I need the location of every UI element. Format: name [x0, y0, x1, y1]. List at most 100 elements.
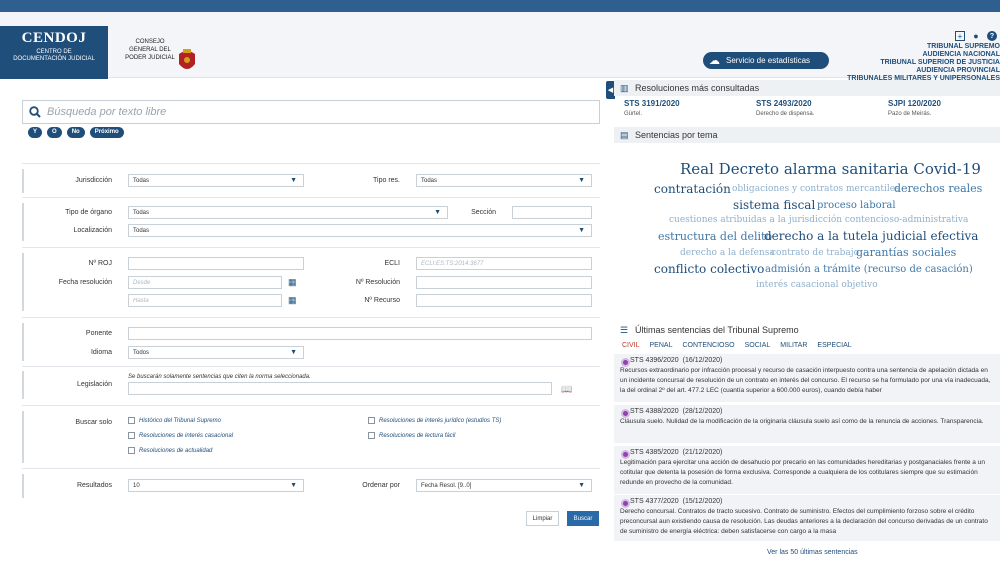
checkbox[interactable]	[368, 417, 375, 424]
hasta-input[interactable]: Hasta	[128, 294, 282, 307]
cloud-tag[interactable]: admisión a trámite (recurso de casación)	[765, 264, 973, 275]
chevron-down-icon: ▼	[578, 227, 585, 234]
num-recurso-input[interactable]	[416, 294, 592, 307]
sentencia-text: Derecho concursal. Contratos de tracto s…	[620, 508, 988, 535]
court-link[interactable]: TRIBUNAL SUPREMO	[847, 43, 1000, 51]
mas-consultada-item[interactable]: STS 2493/2020 Derecho de dispensa.	[756, 99, 814, 117]
sentencia-date: (16/12/2020)	[682, 357, 723, 364]
court-link[interactable]: TRIBUNAL SUPERIOR DE JUSTICIA	[847, 59, 1000, 67]
checkbox[interactable]	[128, 447, 135, 454]
sentencia-item[interactable]: STS 4396/2020 (16/12/2020) Recursos extra…	[614, 354, 1000, 402]
num-resolucion-label: Nº Resolución	[355, 279, 400, 286]
sentencia-date: (15/12/2020)	[682, 498, 723, 505]
op-or-button[interactable]: O	[47, 127, 62, 138]
check-label: Resoluciones de interés casacional	[139, 432, 234, 439]
check-historico[interactable]: Histórico del Tribunal Supremo	[128, 417, 221, 424]
cloud-tag[interactable]: obligaciones y contratos mercantiles	[732, 184, 900, 194]
tab-civil[interactable]: CIVIL	[622, 342, 640, 349]
roj-label: Nº ROJ	[88, 260, 112, 267]
cloud-tag[interactable]: derechos reales	[894, 182, 982, 195]
sentencia-item[interactable]: STS 4377/2020 (15/12/2020) Derecho concur…	[614, 495, 1000, 541]
ponente-input[interactable]	[128, 327, 592, 340]
cloud-chart-icon: ☁	[709, 55, 720, 67]
ordenar-select[interactable]: Fecha Resol. [9..0] ▼	[416, 479, 592, 492]
tipo-organo-select[interactable]: Todas ▼	[128, 206, 448, 219]
check-label: Resoluciones de interés jurídico (estudi…	[379, 417, 502, 424]
seccion-input[interactable]	[512, 206, 592, 219]
sentencia-item[interactable]: STS 4385/2020 (21/12/2020) Legitimación p…	[614, 446, 1000, 494]
cloud-tag[interactable]: derecho a la defensa	[680, 248, 775, 258]
clear-button[interactable]: Limpiar	[526, 511, 559, 526]
idioma-label: Idioma	[90, 349, 112, 356]
cloud-tag[interactable]: derecho a la tutela judicial efectiva	[764, 229, 978, 243]
cloud-tag[interactable]: Real Decreto alarma sanitaria Covid-19	[680, 160, 981, 178]
divider	[22, 247, 600, 248]
por-tema-title: Sentencias por tema	[635, 130, 718, 140]
legislacion-input[interactable]	[128, 382, 552, 395]
cloud-tag[interactable]: cuestiones atribuidas a la jurisdicción …	[669, 215, 968, 225]
check-lectura-facil[interactable]: Resoluciones de lectura fácil	[368, 432, 455, 439]
top-bar	[0, 0, 1000, 12]
cloud-tag[interactable]: proceso laboral	[817, 200, 896, 211]
mas-consultada-item[interactable]: SJPI 120/2020 Pazo de Meirás.	[888, 99, 941, 117]
localizacion-select[interactable]: Todas ▼	[128, 224, 592, 237]
cloud-tag[interactable]: garantías sociales	[856, 246, 956, 259]
calendar-icon[interactable]: ▦	[288, 277, 298, 287]
book-icon[interactable]: 📖	[561, 384, 573, 394]
por-tema-header: ▤ Sentencias por tema	[614, 127, 1000, 143]
checkbox[interactable]	[128, 417, 135, 424]
ecli-input[interactable]: ECLI:ES:TS:2014:3677	[416, 257, 592, 270]
resultados-select[interactable]: 10 ▼	[128, 479, 304, 492]
desde-input[interactable]: Desde	[128, 276, 282, 289]
checkbox[interactable]	[128, 432, 135, 439]
court-link[interactable]: AUDIENCIA NACIONAL	[847, 51, 1000, 59]
calendar-icon[interactable]: ▦	[288, 295, 298, 305]
sentencia-code: STS 4388/2020	[630, 408, 679, 415]
resultados-value: 10	[133, 482, 140, 489]
roj-input[interactable]	[128, 257, 304, 270]
cgpj-line1: CONSEJO	[135, 39, 165, 45]
op-and-button[interactable]: Y	[28, 127, 43, 138]
ver-mas-link[interactable]: Ver las 50 últimas sentencias	[767, 549, 858, 556]
cloud-tag[interactable]: conflicto colectivo	[654, 262, 764, 276]
op-near-button[interactable]: Próximo	[89, 127, 124, 138]
free-text-search[interactable]: Búsqueda por texto libre	[22, 100, 600, 124]
tipo-res-select[interactable]: Todas ▼	[416, 174, 592, 187]
idioma-select[interactable]: Todos ▼	[128, 346, 304, 359]
sentencia-badge-icon	[621, 499, 630, 508]
sentencia-item[interactable]: STS 4388/2020 (28/12/2020) Cláusula suelo…	[614, 405, 1000, 443]
mas-consultada-item[interactable]: STS 3191/2020 Gürtel.	[624, 99, 680, 117]
checkbox[interactable]	[368, 432, 375, 439]
num-resolucion-input[interactable]	[416, 276, 592, 289]
check-interes-juridico[interactable]: Resoluciones de interés jurídico (estudi…	[368, 417, 501, 424]
chevron-down-icon: ▼	[290, 482, 297, 489]
expand-icon[interactable]: +	[955, 31, 965, 41]
tipo-res-label: Tipo res.	[373, 177, 400, 184]
sentencia-badge-icon	[621, 450, 630, 459]
cloud-tag[interactable]: estructura del delito	[658, 230, 772, 243]
user-icon[interactable]: ●	[971, 31, 981, 41]
tab-militar[interactable]: MILITAR	[780, 342, 807, 349]
stats-service-button[interactable]: ☁ Servicio de estadísticas	[703, 52, 829, 69]
jurisdiccion-select[interactable]: Todas ▼	[128, 174, 304, 187]
tab-contencioso[interactable]: CONTENCIOSO	[682, 342, 734, 349]
divider	[22, 366, 600, 367]
cloud-tag[interactable]: contrato de trabajo	[771, 248, 859, 258]
court-link[interactable]: AUDIENCIA PROVINCIAL	[847, 67, 1000, 75]
cendoj-logo[interactable]: CENDOJ CENTRO DE DOCUMENTACIÓN JUDICIAL	[0, 26, 108, 79]
check-actualidad[interactable]: Resoluciones de actualidad	[128, 447, 212, 454]
help-icon[interactable]: ?	[987, 31, 997, 41]
cloud-tag[interactable]: contratación	[654, 182, 731, 196]
tab-penal[interactable]: PENAL	[650, 342, 673, 349]
ponente-label: Ponente	[85, 330, 112, 337]
tab-social[interactable]: SOCIAL	[745, 342, 771, 349]
search-button[interactable]: Buscar	[567, 511, 599, 526]
divider	[22, 468, 600, 469]
op-not-button[interactable]: No	[66, 127, 85, 138]
stats-button-label: Servicio de estadísticas	[726, 56, 811, 65]
cloud-tag[interactable]: sistema fiscal	[733, 198, 815, 212]
cgpj-logo[interactable]: CONSEJO GENERAL DEL PODER JUDICIAL	[125, 38, 175, 62]
cloud-tag[interactable]: interés casacional objetivo	[756, 280, 878, 290]
check-interes-casacional[interactable]: Resoluciones de interés casacional	[128, 432, 233, 439]
tab-especial[interactable]: ESPECIAL	[817, 342, 851, 349]
